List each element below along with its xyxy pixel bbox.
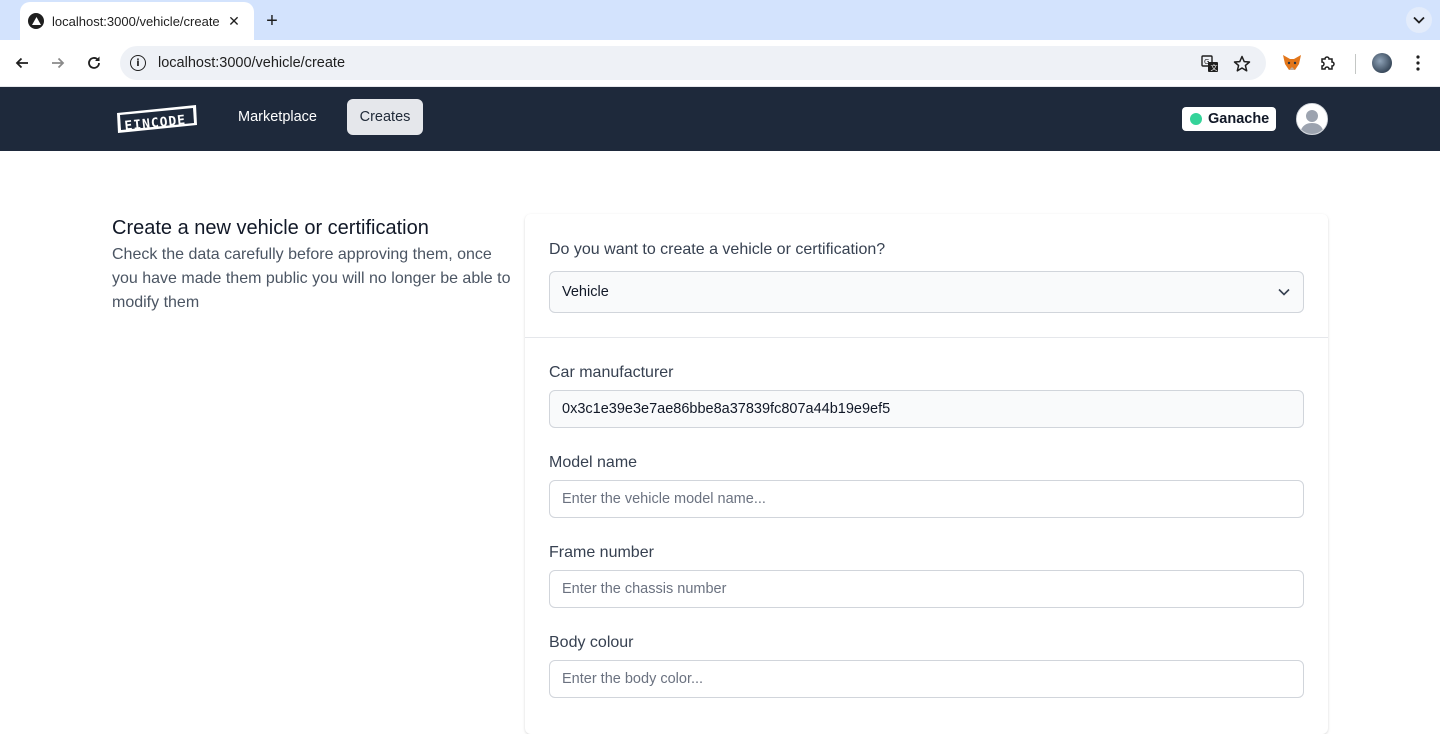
extensions-puzzle-icon[interactable] xyxy=(1315,50,1341,76)
model-name-label: Model name xyxy=(549,454,638,471)
create-form-card: Do you want to create a vehicle or certi… xyxy=(525,214,1328,734)
tab-title: localhost:3000/vehicle/create xyxy=(52,13,220,29)
user-avatar[interactable] xyxy=(1296,103,1328,135)
network-status-dot-icon xyxy=(1190,113,1202,125)
body-colour-label: Body colour xyxy=(549,634,634,651)
reload-icon[interactable] xyxy=(81,50,107,76)
address-bar[interactable]: i localhost:3000/vehicle/create G文 xyxy=(120,46,1266,80)
new-tab-icon[interactable]: + xyxy=(260,9,284,33)
address-url[interactable]: localhost:3000/vehicle/create xyxy=(158,55,345,71)
browser-toolbar: i localhost:3000/vehicle/create G文 xyxy=(0,40,1440,87)
tab-search-chevron-icon[interactable] xyxy=(1406,7,1432,33)
type-select[interactable]: Vehicle xyxy=(549,271,1304,313)
chevron-down-icon xyxy=(1277,285,1291,299)
browser-tab[interactable]: localhost:3000/vehicle/create ✕ xyxy=(20,2,254,40)
page-title: Create a new vehicle or certification xyxy=(112,217,429,239)
car-manufacturer-label: Car manufacturer xyxy=(549,364,674,381)
intro-section: Create a new vehicle or certification Ch… xyxy=(112,214,512,315)
svg-text:G: G xyxy=(1204,58,1209,66)
body-colour-input[interactable] xyxy=(549,660,1304,698)
bookmark-star-icon[interactable] xyxy=(1232,54,1252,74)
back-arrow-icon[interactable] xyxy=(9,50,35,76)
app-header: EINCODE Marketplace Creates Ganache xyxy=(0,87,1440,151)
nav-marketplace[interactable]: Marketplace xyxy=(226,99,329,135)
nav-creates[interactable]: Creates xyxy=(347,99,423,135)
type-question-label: Do you want to create a vehicle or certi… xyxy=(549,241,886,258)
translate-icon[interactable]: G文 xyxy=(1200,54,1220,74)
kebab-menu-icon[interactable] xyxy=(1405,50,1431,76)
form-divider xyxy=(525,337,1328,338)
frame-number-input[interactable] xyxy=(549,570,1304,608)
car-manufacturer-input[interactable] xyxy=(549,390,1304,428)
network-badge: Ganache xyxy=(1182,107,1276,131)
model-name-input[interactable] xyxy=(549,480,1304,518)
eincode-logo[interactable]: EINCODE xyxy=(116,103,198,135)
browser-tabstrip: localhost:3000/vehicle/create ✕ + xyxy=(0,0,1440,40)
network-name: Ganache xyxy=(1208,111,1270,127)
close-tab-icon[interactable]: ✕ xyxy=(224,11,244,31)
toolbar-separator xyxy=(1355,54,1356,74)
frame-number-label: Frame number xyxy=(549,544,654,561)
vercel-triangle-icon xyxy=(28,13,44,29)
forward-arrow-icon[interactable] xyxy=(45,50,71,76)
profile-icon[interactable] xyxy=(1369,50,1395,76)
page-description: Check the data carefully before approvin… xyxy=(112,246,511,311)
svg-text:文: 文 xyxy=(1211,63,1218,72)
metamask-fox-icon[interactable] xyxy=(1279,50,1305,76)
type-select-value: Vehicle xyxy=(562,284,609,300)
site-info-icon[interactable]: i xyxy=(130,55,146,71)
